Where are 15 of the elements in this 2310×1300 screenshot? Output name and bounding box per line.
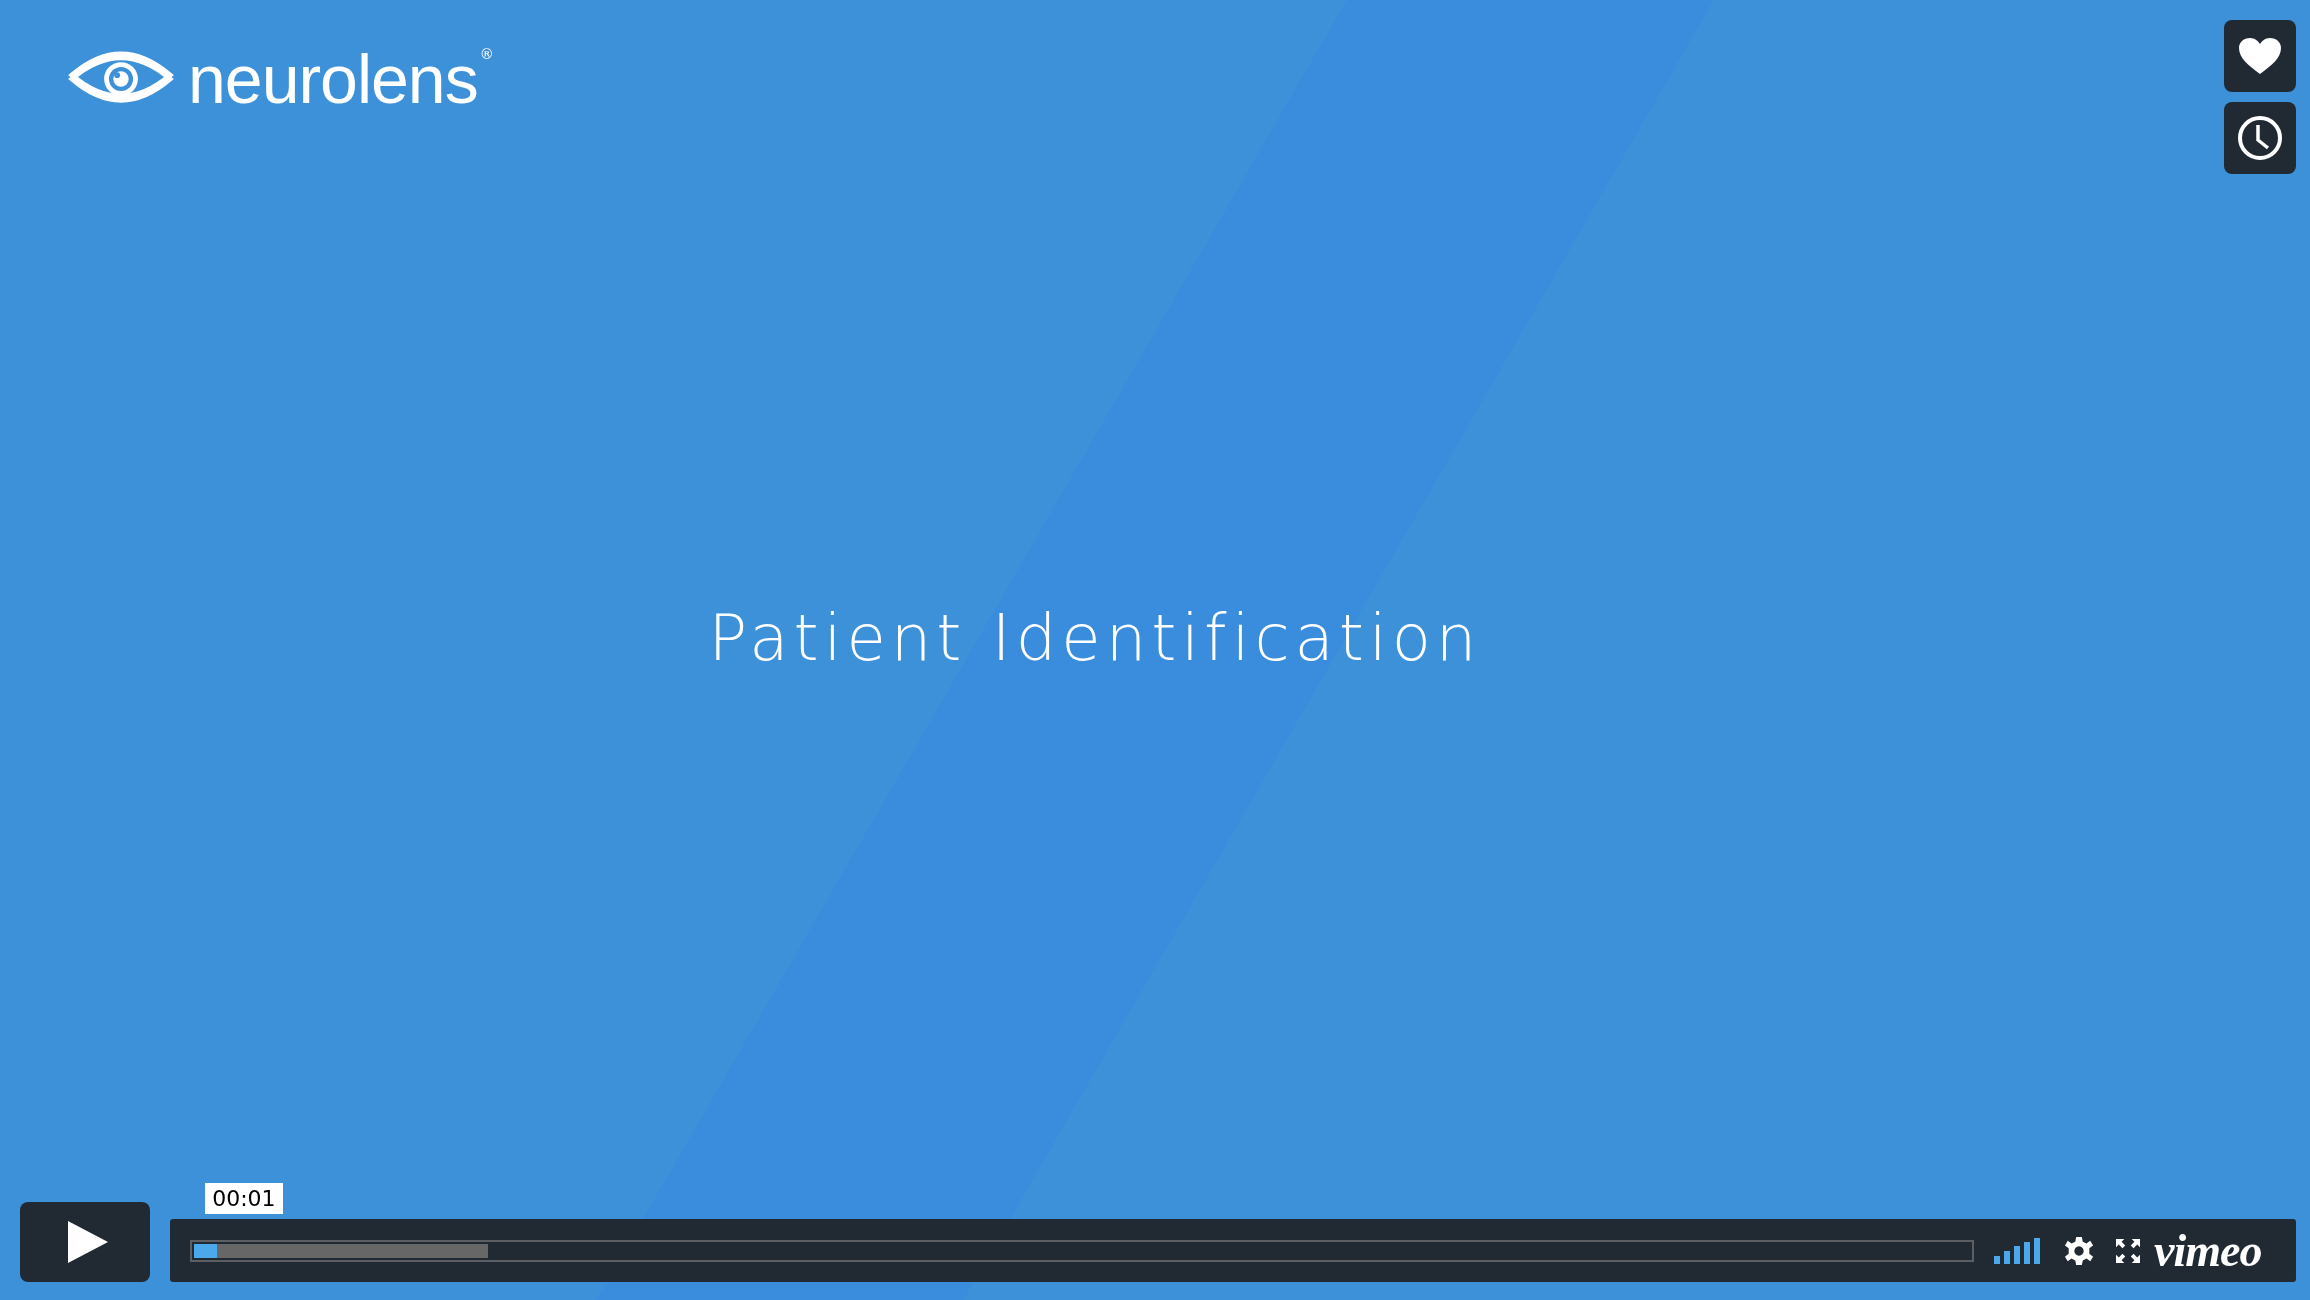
- vimeo-logo[interactable]: vimeo: [2154, 1227, 2262, 1274]
- play-button[interactable]: [20, 1202, 150, 1282]
- time-tooltip: 00:01: [205, 1183, 283, 1215]
- watch-later-button[interactable]: [2224, 102, 2296, 174]
- volume-icon[interactable]: [1994, 1237, 2042, 1264]
- registered-mark: ®: [479, 46, 494, 62]
- like-button[interactable]: [2224, 20, 2296, 92]
- settings-icon[interactable]: [2064, 1235, 2094, 1266]
- logo-wordmark: neurolens: [188, 45, 478, 113]
- play-icon: [68, 1221, 108, 1263]
- clock-icon: [2237, 115, 2283, 161]
- progress-bar[interactable]: [190, 1239, 1974, 1262]
- fullscreen-icon[interactable]: [2116, 1238, 2140, 1263]
- heart-icon: [2238, 37, 2282, 75]
- video-title: Patient Identification: [708, 601, 1482, 675]
